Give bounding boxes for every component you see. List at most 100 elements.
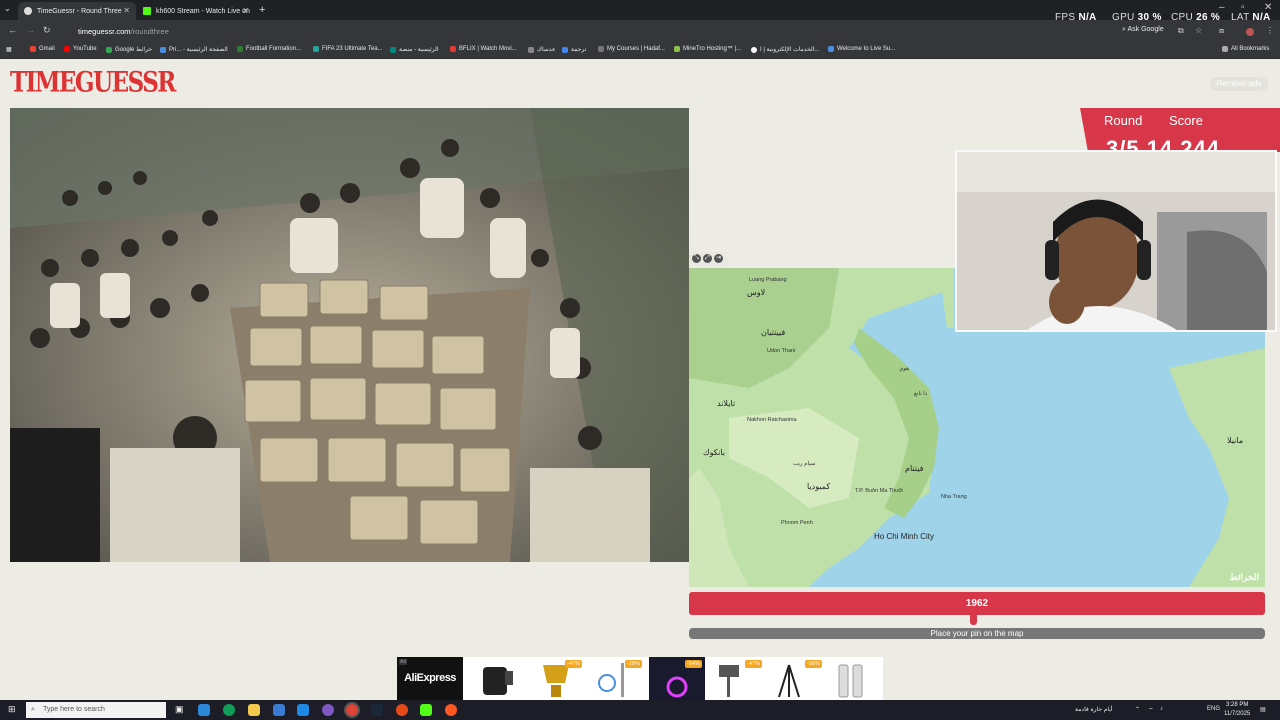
bookmark-lens[interactable]: عدساك (528, 46, 556, 53)
edge-icon[interactable] (223, 704, 235, 716)
firefox-icon[interactable] (396, 704, 408, 716)
taskbar-app-icon[interactable] (198, 704, 210, 716)
notifications-icon[interactable]: ▤ (1260, 706, 1266, 713)
streamer-webcam (957, 152, 1275, 330)
tray-overflow-icon[interactable]: ⌃ (1135, 706, 1140, 713)
bookmark-live-su[interactable]: Welcome to Live Su... (828, 46, 895, 52)
maps-icon (106, 46, 112, 53)
round-label: Round (1104, 113, 1143, 128)
reload-icon[interactable]: ↻ (43, 25, 51, 36)
bookmark-fifa[interactable]: FIFA 23 Ultimate Tea... (313, 46, 383, 52)
tab-title: kh600 Stream - Watch Live on (156, 7, 250, 15)
pin-map-icon[interactable]: ⇥ (714, 254, 723, 263)
live-icon (828, 46, 834, 52)
obs-icon[interactable] (322, 704, 334, 716)
ad-product-bottles[interactable] (825, 657, 881, 700)
chrome-icon[interactable] (344, 702, 360, 718)
clock-time[interactable]: 3:28 PM (1226, 702, 1248, 708)
map-label: مانيلا (1227, 436, 1244, 445)
folder-icon (1222, 46, 1228, 52)
all-bookmarks[interactable]: All Bookmarks (1222, 46, 1269, 52)
bookmark-minetro[interactable]: MineTro Hosting™ |... (674, 46, 741, 52)
bookmark-bflix[interactable]: BFLIX | Watch Movi... (450, 46, 517, 52)
profile-avatar[interactable] (1246, 28, 1254, 36)
search-icon: ⌕ (31, 706, 35, 713)
map-brand-logo: الخرائط (1229, 572, 1259, 582)
volume-icon[interactable]: ♪ (1160, 706, 1163, 712)
map-size-controls: ⤡ ⤢ ⇥ (689, 252, 729, 266)
ad-product-gauge[interactable]: -28% (589, 657, 645, 700)
tab-timeguessr[interactable]: TimeGuessr - Round Three ✕ (18, 2, 136, 20)
apps-grid-icon[interactable]: ▦ (6, 46, 12, 53)
map-label: Nha Trang (941, 494, 967, 500)
clock-date[interactable]: 11/7/2025 (1224, 711, 1250, 717)
map-label: تايلاند (717, 399, 736, 408)
bookmark-gmail[interactable]: Gmail (30, 46, 55, 52)
bookmark-google-maps[interactable]: Google خرائط (106, 46, 152, 53)
translate-icon[interactable]: ⧉ (1178, 26, 1184, 36)
translate-site-icon (562, 46, 568, 53)
gmail-icon (30, 46, 36, 52)
bookmark-home[interactable]: Pri... - الصفحة الرئيسية (160, 46, 228, 53)
map-label: T.P. Buôn Ma Thuột (855, 488, 903, 494)
ad-product-trophy[interactable]: -47% (529, 657, 585, 700)
weather-widget[interactable]: أيام حارة قادمة (1075, 706, 1113, 713)
bookmark-platform[interactable]: الرئيسية - منصة (390, 46, 438, 53)
expand-map-icon[interactable]: ⤡ (692, 254, 701, 263)
minimize-icon[interactable]: – (1219, 2, 1225, 13)
discount-badge: -56% (805, 660, 822, 668)
brave-icon[interactable] (445, 704, 457, 716)
round-photo (10, 108, 689, 562)
map-label: بانكوك (703, 448, 726, 457)
close-tab-icon[interactable]: ✕ (242, 6, 249, 15)
file-explorer-icon[interactable] (248, 704, 260, 716)
windows-start-icon[interactable]: ⊞ (8, 704, 16, 715)
forward-arrow-icon[interactable]: → (26, 25, 35, 35)
discount-badge: -47% (565, 660, 582, 668)
tab-kick-stream[interactable]: kh600 Stream - Watch Live on ✕ (137, 2, 255, 20)
ad-banner[interactable]: AliExpress Ad -47% -28% -54% -47% -56% (397, 657, 883, 700)
ad-product-tripod[interactable]: -56% (769, 657, 825, 700)
close-tab-icon[interactable]: ✕ (123, 6, 130, 15)
store-icon[interactable] (273, 704, 285, 716)
bookmark-translate[interactable]: ترجمة (562, 46, 586, 53)
score-label: Score (1169, 113, 1203, 128)
taskbar-search[interactable]: ⌕ Type here to search (26, 702, 166, 718)
url-host: timeguessr.com (78, 27, 131, 36)
network-icon[interactable]: ⌔ (1148, 706, 1154, 714)
bookmark-football[interactable]: Football Formation... (237, 46, 301, 52)
shrink-map-icon[interactable]: ⤢ (703, 254, 712, 263)
map-label: Nakhon Ratchasima (747, 417, 797, 423)
timeguessr-logo[interactable]: TIMEGUESSR (10, 64, 176, 101)
browser-menu-icon[interactable]: ⋮ (1266, 26, 1274, 35)
address-bar[interactable]: timeguessr.com/roundthree (60, 23, 1110, 39)
year-slider-thumb[interactable] (970, 613, 977, 625)
steam-icon[interactable] (371, 704, 383, 716)
close-window-icon[interactable]: ✕ (1264, 2, 1272, 13)
kick-favicon-icon (143, 7, 151, 15)
bottles-image (838, 664, 863, 698)
bookmark-courses[interactable]: My Courses | Hadaf... (598, 46, 665, 52)
tab-search-icon[interactable]: ⌄ (4, 4, 11, 13)
task-view-icon[interactable]: ▣ (175, 704, 184, 715)
bookmark-star-icon[interactable]: ☆ (1195, 26, 1202, 35)
year-display: 1962 (689, 592, 1265, 615)
ad-product-kettle[interactable] (469, 657, 525, 700)
bookmark-youtube[interactable]: YouTube (64, 46, 97, 52)
new-tab-plus-icon[interactable]: + (259, 4, 265, 16)
maximize-icon[interactable]: ▫ (1241, 2, 1245, 13)
courses-icon (598, 46, 604, 52)
mail-icon[interactable] (297, 704, 309, 716)
language-indicator[interactable]: ENG (1207, 706, 1220, 712)
kettle-image (483, 667, 513, 695)
ad-product-stand[interactable]: -47% (709, 657, 765, 700)
ad-product-gaming[interactable]: -54% (649, 657, 705, 700)
back-arrow-icon[interactable]: ← (8, 25, 17, 35)
ask-google-button[interactable]: ⌕ Ask Google (1122, 26, 1164, 34)
discount-badge: -28% (625, 660, 642, 668)
map-label: دا نانغ (914, 391, 928, 397)
bookmark-eservices[interactable]: الخدمات الإلكترونية | ا... (751, 46, 819, 53)
extensions-icon[interactable]: ⧈ (1219, 26, 1224, 36)
remove-ads-button[interactable]: Remove ads (1210, 77, 1268, 91)
kick-app-icon[interactable] (420, 704, 432, 716)
